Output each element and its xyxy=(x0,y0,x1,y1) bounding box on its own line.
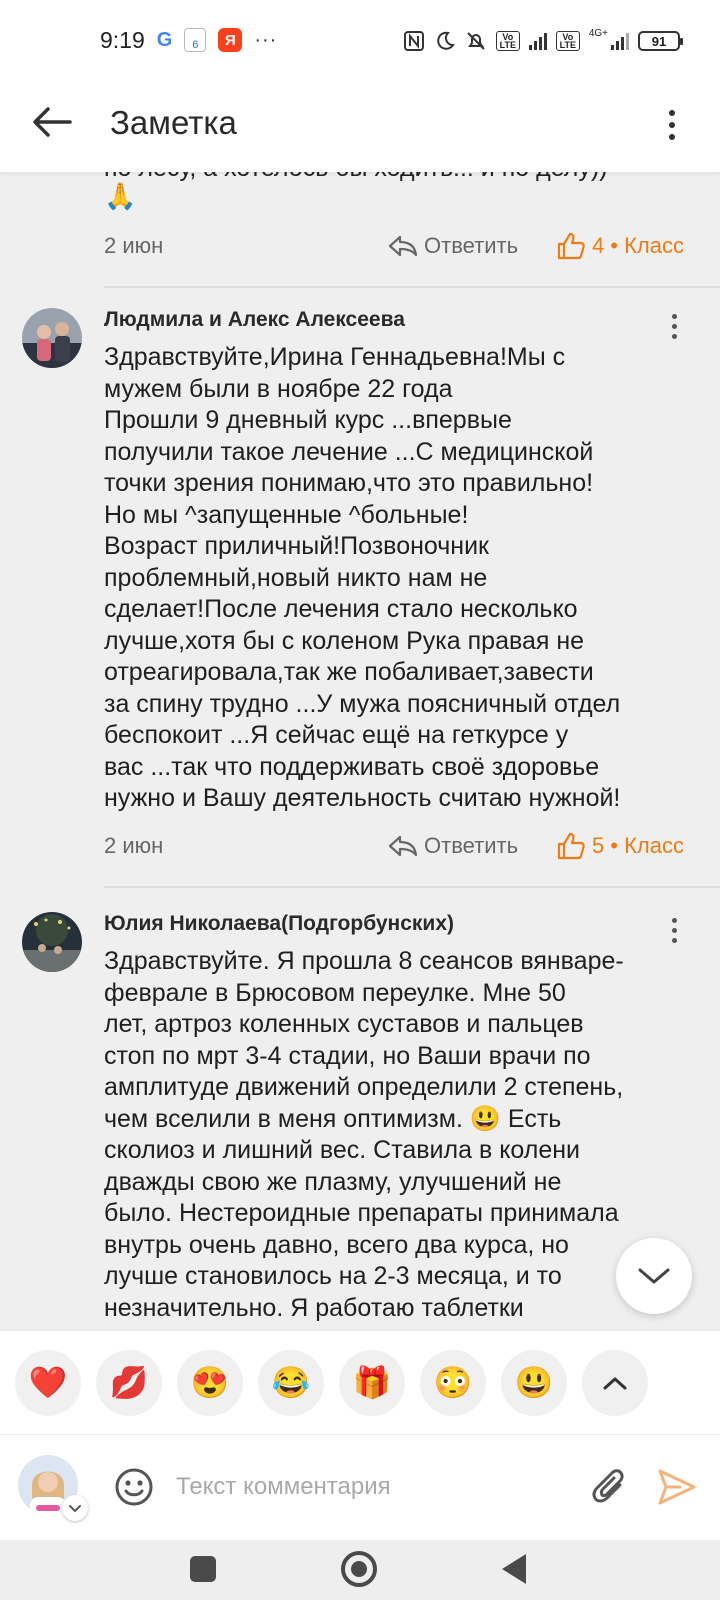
comment-text: Здравствуйте. Я прошла 8 сеансов вянваре… xyxy=(104,947,624,1322)
divider xyxy=(104,286,720,288)
more-vert-icon xyxy=(671,918,677,923)
volte-bottom-label: LTE xyxy=(499,40,516,50)
heart-eyes-icon: 😍 xyxy=(190,1365,230,1400)
system-icons: Vo LTE Vo LTE 4G+ 91 xyxy=(403,27,683,52)
smiley-icon xyxy=(115,1468,153,1506)
emoji-picker-button[interactable] xyxy=(112,1465,156,1509)
overflow-menu-button[interactable] xyxy=(660,100,684,150)
scroll-down-button[interactable] xyxy=(616,1238,692,1314)
calendar-icon: 6 xyxy=(184,28,207,52)
send-button[interactable] xyxy=(654,1465,698,1509)
comments-list[interactable]: по лесу, а хотелось бы ходить!!! и по де… xyxy=(0,172,720,1330)
nfc-icon xyxy=(403,31,424,51)
reaction-gift-button[interactable]: 🎁 xyxy=(339,1349,405,1416)
thumbs-up-icon xyxy=(557,232,585,260)
google-icon: G xyxy=(156,28,173,51)
system-back-button[interactable] xyxy=(502,1554,526,1584)
signal-icon-2 xyxy=(611,32,629,50)
system-nav-bar xyxy=(0,1540,720,1600)
reaction-laugh-button[interactable]: 😂 xyxy=(258,1349,324,1416)
reply-label: Ответить xyxy=(424,833,519,858)
kiss-icon: 💋 xyxy=(109,1365,149,1400)
reactions-bar: ❤️ 💋 😍 😂 🎁 😳 😃 xyxy=(0,1330,720,1434)
back-button[interactable] xyxy=(28,98,76,146)
signal-icon xyxy=(528,32,547,50)
volte-icon: Vo LTE xyxy=(495,31,520,51)
chevron-up-icon xyxy=(603,1377,627,1389)
attach-button[interactable] xyxy=(590,1465,630,1509)
like-label: • Класс xyxy=(610,233,684,258)
comment-meta: 2 июн Ответить 5 • Класс xyxy=(104,826,684,866)
comment-author[interactable]: Людмила и Алекс Алексеева xyxy=(104,308,405,332)
account-switch-button[interactable] xyxy=(62,1495,88,1521)
avatar-photo xyxy=(22,912,82,972)
reply-icon xyxy=(388,835,418,857)
like-count: 4 xyxy=(592,233,605,258)
comment-input[interactable] xyxy=(176,1465,566,1509)
battery-icon: 91 xyxy=(638,31,683,51)
comment-date: 2 июн xyxy=(104,833,164,858)
more-notifications-icon: ··· xyxy=(254,28,278,51)
previous-comment-meta: 2 июн Ответить 4 • Класс xyxy=(104,226,684,266)
like-count: 5 xyxy=(592,833,605,858)
home-icon xyxy=(351,1561,367,1577)
page-title: Заметка xyxy=(110,104,237,141)
like-label: • Класс xyxy=(610,833,684,858)
chevron-down-icon xyxy=(638,1268,670,1284)
comment-menu-button[interactable] xyxy=(666,314,682,339)
comment-text: Здравствуйте,Ирина Геннадьевна!Мы с муже… xyxy=(104,343,621,812)
previous-comment-text: по лесу, а хотелось бы ходить!!! и по де… xyxy=(104,172,608,184)
volte-icon-2: Vo LTE xyxy=(555,31,580,51)
send-icon xyxy=(658,1469,696,1505)
comment-date: 2 июн xyxy=(104,233,164,258)
status-bar: 9:19 G 6 Я ··· Vo LTE Vo LTE 4G+ 91 xyxy=(0,0,720,80)
gift-icon: 🎁 xyxy=(352,1365,392,1400)
mute-icon xyxy=(467,32,485,50)
reaction-smile-button[interactable]: 😃 xyxy=(501,1349,567,1416)
notification-icons: G 6 Я ··· xyxy=(157,28,278,52)
reactions-expand-button[interactable] xyxy=(582,1349,648,1416)
volte-bottom-label-2: LTE xyxy=(559,40,576,50)
recents-button[interactable] xyxy=(190,1556,216,1582)
reaction-heart-eyes-button[interactable]: 😍 xyxy=(177,1349,243,1416)
avatar[interactable] xyxy=(22,912,82,972)
reaction-heart-button[interactable]: ❤️ xyxy=(15,1349,81,1416)
flushed-icon: 😳 xyxy=(433,1365,473,1400)
reaction-kiss-button[interactable]: 💋 xyxy=(96,1349,162,1416)
avatar-photo xyxy=(22,308,82,368)
more-vert-icon xyxy=(669,110,675,116)
like-button[interactable]: 4 • Класс xyxy=(556,231,684,261)
network-type: 4G+ xyxy=(588,27,608,39)
like-button[interactable]: 5 • Класс xyxy=(556,831,684,861)
reaction-flushed-button[interactable]: 😳 xyxy=(420,1349,486,1416)
comment-menu-button[interactable] xyxy=(666,918,682,943)
smile-icon: 😃 xyxy=(514,1365,554,1400)
comment-author[interactable]: Юлия Николаева(Подгорбунских) xyxy=(104,912,454,936)
status-time: 9:19 xyxy=(100,26,145,53)
avatar[interactable] xyxy=(22,308,82,368)
reply-icon xyxy=(388,235,418,257)
more-vert-icon xyxy=(671,314,677,319)
yandex-icon: Я xyxy=(218,28,243,52)
reply-button[interactable]: Ответить xyxy=(388,233,518,259)
moon-icon xyxy=(437,31,455,50)
divider xyxy=(104,886,720,888)
comment-composer xyxy=(0,1434,720,1540)
paperclip-icon xyxy=(592,1469,624,1503)
heart-icon: ❤️ xyxy=(28,1365,68,1400)
laugh-icon: 😂 xyxy=(271,1365,311,1400)
thumbs-up-icon xyxy=(557,832,585,860)
arrow-left-icon xyxy=(33,107,72,137)
reply-label: Ответить xyxy=(424,233,519,258)
app-bar: Заметка xyxy=(0,80,720,172)
reply-button[interactable]: Ответить xyxy=(388,833,518,859)
pray-emoji: 🙏 xyxy=(104,181,137,211)
home-button[interactable] xyxy=(341,1551,377,1587)
chevron-down-icon xyxy=(69,1505,81,1513)
